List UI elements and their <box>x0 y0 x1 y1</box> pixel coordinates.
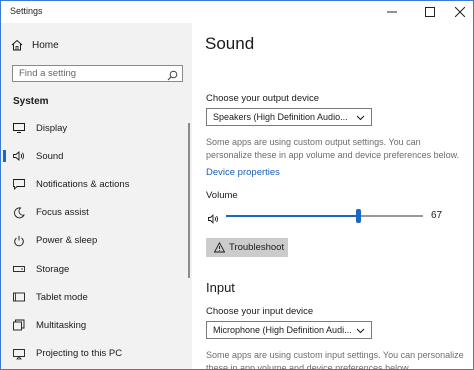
volume-value: 67 <box>431 210 443 221</box>
title-bar: Settings <box>1 1 473 23</box>
sidebar-item-label: Power & sleep <box>36 235 98 247</box>
output-device-label: Choose your output device <box>206 93 320 104</box>
sidebar-item-storage[interactable]: Storage <box>1 255 192 283</box>
input-section-heading: Input <box>206 280 235 295</box>
sidebar-item-label: Multitasking <box>36 319 87 331</box>
output-device-dropdown[interactable]: Speakers (High Definition Audio... <box>206 108 372 126</box>
output-description: Some apps are using custom output settin… <box>206 137 460 160</box>
output-device-value: Speakers (High Definition Audio... <box>213 112 348 122</box>
main-scrollbar[interactable] <box>467 23 473 369</box>
sidebar-item-label: Tablet mode <box>36 291 88 303</box>
sidebar-item-sound[interactable]: Sound <box>1 142 192 170</box>
maximize-button[interactable] <box>415 1 445 23</box>
search-input[interactable] <box>19 67 164 80</box>
notifications-icon <box>13 178 25 191</box>
settings-window: Settings Home System <box>0 0 474 370</box>
search-icon[interactable] <box>167 68 178 81</box>
sidebar-item-focus-assist[interactable]: Focus assist <box>1 199 192 227</box>
sidebar-item-notifications[interactable]: Notifications & actions <box>1 170 192 198</box>
sidebar: Home System Display Sound <box>1 23 192 369</box>
chevron-down-icon <box>356 113 365 122</box>
window-title: Settings <box>10 6 43 16</box>
close-button[interactable] <box>447 1 473 23</box>
volume-slider-thumb[interactable] <box>355 209 361 223</box>
close-icon <box>455 7 465 17</box>
tablet-icon <box>13 291 25 303</box>
sidebar-item-display[interactable]: Display <box>1 114 192 142</box>
main-content: Sound Choose your output device Speakers… <box>192 23 473 370</box>
volume-label: Volume <box>206 190 238 201</box>
troubleshoot-button[interactable]: Troubleshoot <box>206 238 288 257</box>
volume-control: 67 <box>206 208 468 224</box>
speaker-icon <box>13 150 25 162</box>
input-device-value: Microphone (High Definition Audi... <box>213 325 352 335</box>
display-icon <box>13 122 25 134</box>
sidebar-scrollbar[interactable] <box>188 123 190 278</box>
minimize-icon <box>387 11 397 13</box>
sidebar-item-label: Display <box>36 122 68 134</box>
minimize-button[interactable] <box>377 1 407 23</box>
volume-slider-fill <box>226 215 358 217</box>
volume-slider[interactable] <box>226 209 423 223</box>
page-title: Sound <box>205 34 255 53</box>
sidebar-item-projecting[interactable]: Projecting to this PC <box>1 340 192 368</box>
projecting-icon <box>13 348 25 360</box>
device-properties-link[interactable]: Device properties <box>206 167 280 178</box>
warning-icon <box>214 242 225 253</box>
sidebar-item-label: Projecting to this PC <box>36 348 123 360</box>
sidebar-item-tablet-mode[interactable]: Tablet mode <box>1 283 192 311</box>
input-device-label: Choose your input device <box>206 306 314 317</box>
sidebar-item-label: Storage <box>36 263 70 275</box>
home-icon <box>10 38 24 52</box>
sidebar-item-label: Notifications & actions <box>36 178 130 190</box>
sidebar-nav: Display Sound Notifications & actions Fo… <box>1 114 192 368</box>
input-description: Some apps are using custom input setting… <box>206 350 464 370</box>
multitasking-icon <box>13 319 25 331</box>
storage-icon <box>13 263 25 275</box>
sidebar-item-power-sleep[interactable]: Power & sleep <box>1 227 192 255</box>
sidebar-item-label: Focus assist <box>36 207 89 219</box>
power-icon <box>13 235 25 247</box>
volume-icon[interactable] <box>208 211 220 224</box>
troubleshoot-label: Troubleshoot <box>229 242 285 253</box>
moon-icon <box>13 207 25 219</box>
sidebar-item-label: Sound <box>36 150 64 162</box>
sidebar-section-title: System <box>13 96 49 107</box>
chevron-down-icon <box>356 326 365 335</box>
input-device-dropdown[interactable]: Microphone (High Definition Audi... <box>206 321 372 339</box>
maximize-icon <box>425 7 435 17</box>
home-link[interactable]: Home <box>10 37 59 53</box>
settings-search-box[interactable] <box>12 65 183 82</box>
sidebar-item-multitasking[interactable]: Multitasking <box>1 311 192 339</box>
home-label: Home <box>32 39 59 51</box>
